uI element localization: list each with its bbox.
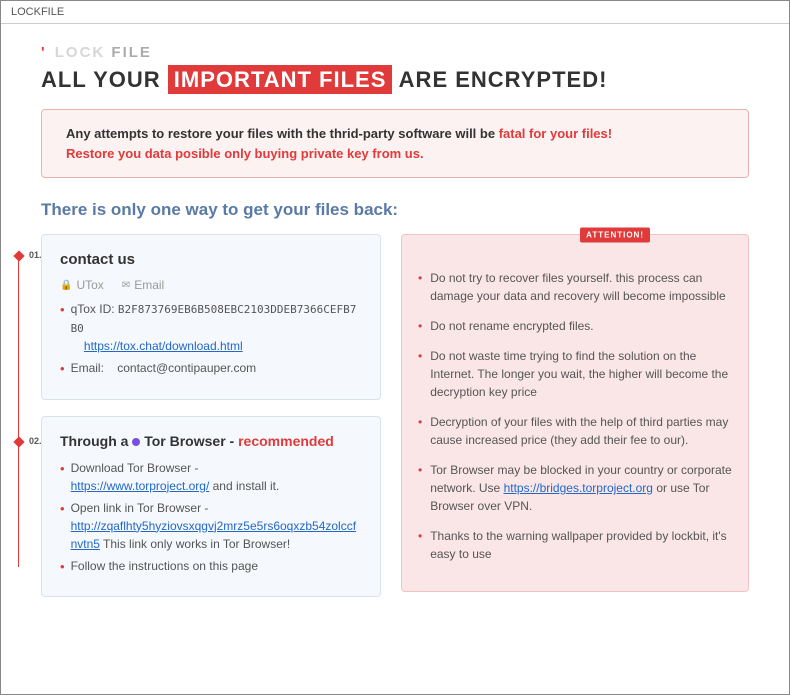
attention-box: ATTENTION! Do not try to recover files y… <box>401 234 749 592</box>
warning-banner: Any attempts to restore your files with … <box>41 109 749 178</box>
headline: ALL YOUR IMPORTANT FILES ARE ENCRYPTED! <box>41 67 749 93</box>
email-label: Email: <box>71 361 104 375</box>
recommended-label: recommended <box>238 433 334 449</box>
list-item: Do not try to recover files yourself. th… <box>418 269 732 305</box>
logo-tick-icon: ' <box>41 44 47 61</box>
ransom-window: LOCKFILE ' LOCK FILE ALL YOUR IMPORTANT … <box>0 0 790 695</box>
alert-line2: Restore you data posible only buying pri… <box>66 146 424 161</box>
tor-card: Through a Tor Browser - recommended Down… <box>41 416 381 598</box>
headline-badge: IMPORTANT FILES <box>168 65 393 94</box>
logo-word-lock: LOCK <box>55 44 106 61</box>
columns: 01. 02. contact us 🔒UTox ✉Email qTox ID: <box>41 234 749 613</box>
step-diamond-1 <box>13 250 24 261</box>
email-value: contact@contipauper.com <box>117 361 256 375</box>
alert-line1-fatal: fatal for your files! <box>499 126 612 141</box>
right-column: ATTENTION! Do not try to recover files y… <box>401 234 749 613</box>
lock-icon: 🔒 <box>60 280 72 291</box>
torproject-link[interactable]: https://www.torproject.org/ <box>71 479 210 493</box>
contact-heading: contact us <box>60 251 362 268</box>
attention-list: Do not try to recover files yourself. th… <box>418 269 732 563</box>
tor-heading: Through a Tor Browser - recommended <box>60 433 362 449</box>
tab-email[interactable]: ✉Email <box>122 278 164 292</box>
headline-post: ARE ENCRYPTED! <box>399 67 608 92</box>
instructions-heading: There is only one way to get your files … <box>41 200 749 220</box>
left-column: 01. 02. contact us 🔒UTox ✉Email qTox ID: <box>41 234 381 613</box>
content-area: ' LOCK FILE ALL YOUR IMPORTANT FILES ARE… <box>1 24 789 633</box>
contact-tabs: 🔒UTox ✉Email <box>60 278 362 292</box>
window-titlebar: LOCKFILE <box>1 1 789 24</box>
tox-download-link[interactable]: https://tox.chat/download.html <box>84 339 243 353</box>
tor-steps: Download Tor Browser - https://www.torpr… <box>60 459 362 577</box>
step-diamond-2 <box>13 436 24 447</box>
list-item: Decryption of your files with the help o… <box>418 413 732 449</box>
mail-icon: ✉ <box>122 280 130 291</box>
step-number-2: 02. <box>29 436 42 446</box>
headline-pre: ALL YOUR <box>41 67 161 92</box>
list-item: qTox ID: B2F873769EB6B508EBC2103DDEB7366… <box>60 300 362 355</box>
attention-badge: ATTENTION! <box>580 228 650 243</box>
list-item: Thanks to the warning wallpaper provided… <box>418 527 732 563</box>
window-title: LOCKFILE <box>11 6 64 18</box>
brand-logo: ' LOCK FILE <box>41 44 749 61</box>
alert-line1-pre: Any attempts to restore your files with … <box>66 126 499 141</box>
step-line <box>18 256 19 567</box>
list-item: Follow the instructions on this page <box>60 557 362 577</box>
step-indicator: 01. 02. <box>15 250 35 573</box>
list-item: Do not waste time trying to find the sol… <box>418 347 732 401</box>
list-item: Download Tor Browser - https://www.torpr… <box>60 459 362 495</box>
list-item: Open link in Tor Browser - http://zqaflh… <box>60 499 362 553</box>
step-number-1: 01. <box>29 250 42 260</box>
list-item: Do not rename encrypted files. <box>418 317 732 335</box>
qtox-label: qTox ID: <box>71 302 115 316</box>
logo-word-file: FILE <box>111 44 152 61</box>
contact-list: qTox ID: B2F873769EB6B508EBC2103DDEB7366… <box>60 300 362 379</box>
tab-utox[interactable]: 🔒UTox <box>60 278 104 292</box>
contact-card: contact us 🔒UTox ✉Email qTox ID: B2F8737… <box>41 234 381 400</box>
list-item: Tor Browser may be blocked in your count… <box>418 461 732 515</box>
list-item: Email: contact@contipauper.com <box>60 359 362 379</box>
bridges-link[interactable]: https://bridges.torproject.org <box>504 481 653 495</box>
